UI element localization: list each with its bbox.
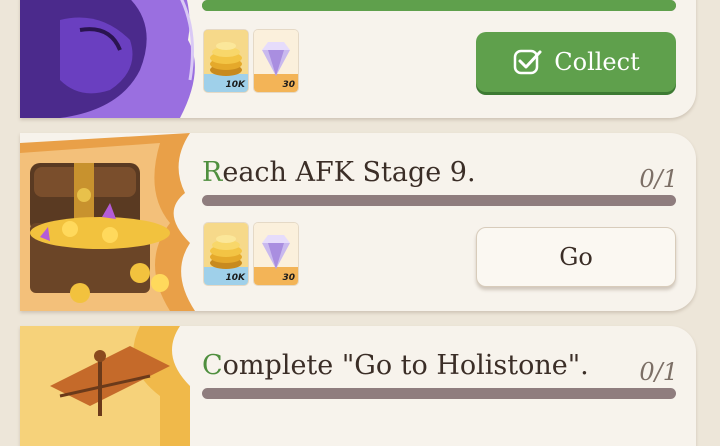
collect-button-label: Collect [554,48,640,76]
quest-1-progress-fill [202,0,676,11]
quest-1-reward-gold[interactable]: 10K [204,30,248,92]
quest-2-reward-diamond-qty: 30 [282,273,295,283]
quest-3-title-rest: omplete "Go to Holistone". [222,350,589,381]
quest-2-title-rest: each AFK Stage 9. [222,157,476,188]
quest-3-title-initial: C [202,350,223,381]
quest-1-progress-bar [202,0,676,11]
go-button[interactable]: Go [476,227,676,287]
quest-3-progress-bar [202,388,676,399]
quest-card-3: Complete "Go to Holistone". 0/1 [20,326,696,446]
quest-1-hero-art [20,0,210,118]
quest-3-airship-art [20,326,210,446]
quest-1-reward-diamond[interactable]: 30 [254,30,298,92]
quest-2-progress-text: 0/1 [639,165,678,193]
collect-button[interactable]: Collect [476,32,676,92]
quest-2-treasure-chest-art [20,133,210,311]
quest-3-title: Complete "Go to Holistone". [202,350,589,381]
quest-2-title-initial: R [202,157,223,188]
quest-2-progress-bar [202,195,676,206]
quest-3-progress-text: 0/1 [639,358,678,386]
check-icon [514,49,542,75]
go-button-label: Go [559,243,593,271]
quest-2-title: Reach AFK Stage 9. [202,157,476,188]
quest-2-reward-diamond[interactable]: 30 [254,223,298,285]
quest-2-reward-gold-qty: 10K [225,273,246,283]
quest-card-2: Reach AFK Stage 9. 0/1 10K 30 Go [20,133,696,311]
quest-2-reward-gold[interactable]: 10K [204,223,248,285]
quest-card-1: 10K 30 Collect [20,0,696,118]
quest-1-reward-diamond-qty: 30 [282,80,295,90]
quest-1-reward-gold-qty: 10K [225,80,246,90]
